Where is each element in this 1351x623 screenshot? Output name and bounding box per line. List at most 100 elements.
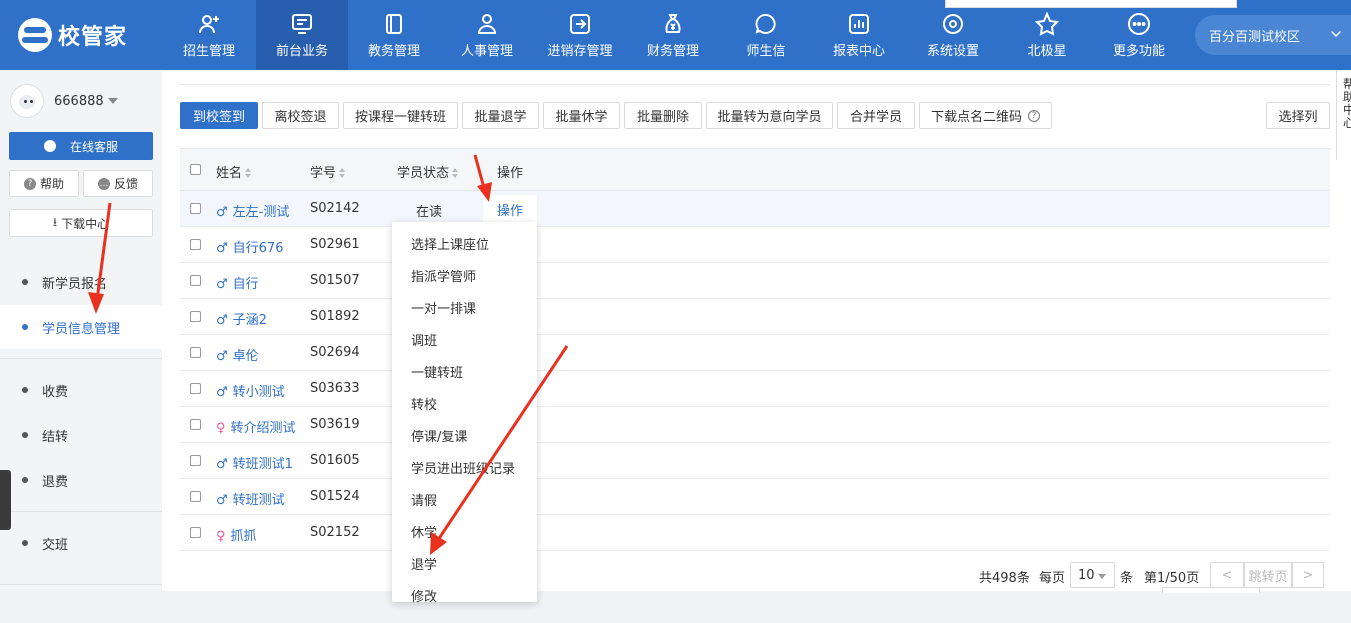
row-checkbox[interactable] bbox=[190, 455, 201, 466]
campus-selector[interactable]: 百分百测试校区 bbox=[1195, 15, 1351, 55]
footer-control-edge bbox=[1162, 587, 1260, 593]
student-name-link[interactable]: ♂ 转班测试 bbox=[216, 489, 285, 508]
nav-messages[interactable]: 师生信 bbox=[720, 0, 812, 70]
menu-item[interactable]: 请假 bbox=[411, 490, 437, 509]
row-checkbox[interactable] bbox=[190, 491, 201, 502]
download-center-button[interactable]: ⭳ 下载中心 bbox=[9, 209, 153, 237]
course-transfer-button[interactable]: 按课程一键转班 bbox=[343, 102, 458, 129]
nav-inventory[interactable]: 进销存管理 bbox=[534, 0, 626, 70]
jump-page-input[interactable]: 跳转页 bbox=[1244, 562, 1292, 588]
row-checkbox[interactable] bbox=[190, 203, 201, 214]
campus-name: 百分百测试校区 bbox=[1209, 29, 1301, 45]
student-name-link[interactable]: ♂ 转小测试 bbox=[216, 381, 285, 400]
select-all-checkbox[interactable] bbox=[190, 164, 201, 175]
user-profile[interactable]: 666888 bbox=[10, 84, 118, 118]
pagination-unit: 条 bbox=[1120, 571, 1134, 586]
row-checkbox[interactable] bbox=[190, 383, 201, 394]
column-status[interactable]: 学员状态 bbox=[397, 162, 459, 181]
table-row: ♂ 转小测试 S03633 bbox=[180, 371, 1330, 407]
student-name-link[interactable]: ♂ 自行 bbox=[216, 273, 259, 292]
sidebar-item-handover[interactable]: 交班 bbox=[0, 521, 162, 565]
help-button[interactable]: ? 帮助 bbox=[9, 170, 79, 197]
table-row: ♂ 左左-测试 S02142 在读 操作 bbox=[180, 191, 1330, 227]
table-row: ♂ 转班测试 S01524 bbox=[180, 479, 1330, 515]
row-checkbox[interactable] bbox=[190, 239, 201, 250]
column-name[interactable]: 姓名 bbox=[216, 162, 252, 181]
select-columns-button[interactable]: 选择列 bbox=[1266, 102, 1330, 129]
divider bbox=[180, 84, 1330, 85]
book-icon bbox=[382, 12, 406, 36]
row-checkbox[interactable] bbox=[190, 347, 201, 358]
top-navigation-bar: 校管家 招生管理 前台业务 教务管理 人事管理 进销存管理 财务管理 师生信 报… bbox=[0, 0, 1351, 70]
sidebar-item-payment[interactable]: 缴费 bbox=[0, 579, 162, 604]
row-checkbox[interactable] bbox=[190, 311, 201, 322]
menu-item[interactable]: 选择上课座位 bbox=[411, 234, 489, 253]
sidebar-item-student-info[interactable]: 学员信息管理 bbox=[0, 305, 162, 349]
menu-item[interactable]: 指派学管师 bbox=[411, 266, 476, 285]
menu-item[interactable]: 休学 bbox=[411, 522, 437, 541]
male-icon: ♂ bbox=[216, 385, 228, 400]
student-name-link[interactable]: ♀ 转介绍测试 bbox=[216, 417, 296, 436]
student-no: S01507 bbox=[310, 273, 360, 288]
menu-item[interactable]: 学员进出班级记录 bbox=[411, 458, 515, 477]
student-name-link[interactable]: ♂ 子涵2 bbox=[216, 309, 267, 328]
nav-academic[interactable]: 教务管理 bbox=[348, 0, 440, 70]
menu-item[interactable]: 转校 bbox=[411, 394, 437, 413]
page-size-select[interactable]: 10 bbox=[1070, 562, 1115, 588]
bullet-icon bbox=[22, 540, 28, 546]
bullet-icon bbox=[22, 598, 28, 604]
student-name-link[interactable]: ♂ 左左-测试 bbox=[216, 201, 289, 220]
prev-page-button[interactable]: < bbox=[1210, 562, 1244, 588]
batch-suspend-button[interactable]: 批量休学 bbox=[543, 102, 620, 129]
student-name-link[interactable]: ♂ 转班测试1 bbox=[216, 453, 293, 472]
logo-mark-icon bbox=[18, 18, 52, 52]
nav-finance[interactable]: 财务管理 bbox=[626, 0, 720, 70]
table-row: ♂ 子涵2 S01892 bbox=[180, 299, 1330, 335]
money-bag-icon bbox=[661, 12, 685, 36]
download-qrcode-button[interactable]: 下载点名二维码? bbox=[919, 102, 1052, 129]
nav-polaris[interactable]: 北极星 bbox=[1000, 0, 1094, 70]
student-name-link[interactable]: ♀ 抓抓 bbox=[216, 525, 257, 544]
next-page-button[interactable]: > bbox=[1292, 562, 1324, 588]
row-checkbox[interactable] bbox=[190, 527, 201, 538]
menu-item[interactable]: 停课/复课 bbox=[411, 426, 467, 445]
menu-item[interactable]: 修改 bbox=[411, 586, 437, 605]
nav-front-desk[interactable]: 前台业务 bbox=[256, 0, 348, 70]
nav-recruitment[interactable]: 招生管理 bbox=[162, 0, 256, 70]
feedback-button[interactable]: … 反馈 bbox=[83, 170, 153, 197]
column-student-no[interactable]: 学号 bbox=[310, 162, 346, 181]
side-drag-handle[interactable] bbox=[0, 470, 11, 530]
menu-item[interactable]: 一对一排课 bbox=[411, 298, 476, 317]
student-name-link[interactable]: ♂ 自行676 bbox=[216, 237, 283, 256]
headset-icon bbox=[43, 140, 56, 152]
help-center-widget[interactable]: 帮助中心 bbox=[1336, 70, 1351, 160]
avatar bbox=[10, 84, 44, 118]
student-name-link[interactable]: ♂ 卓伦 bbox=[216, 345, 259, 364]
check-in-button[interactable]: 到校签到 bbox=[180, 102, 258, 129]
row-checkbox[interactable] bbox=[190, 419, 201, 430]
sidebar-item-refund[interactable]: 退费 bbox=[0, 458, 162, 502]
nav-reports[interactable]: 报表中心 bbox=[812, 0, 906, 70]
nav-more[interactable]: 更多功能 bbox=[1094, 0, 1184, 70]
merge-students-button[interactable]: 合并学员 bbox=[837, 102, 915, 129]
chevron-down-icon bbox=[1331, 27, 1341, 37]
menu-item[interactable]: 退学 bbox=[411, 554, 437, 573]
pagination-total: 共498条 bbox=[979, 571, 1030, 586]
question-icon: ? bbox=[23, 177, 36, 190]
student-no: S02142 bbox=[310, 201, 360, 216]
menu-item[interactable]: 调班 bbox=[411, 330, 437, 349]
sidebar-item-charge[interactable]: 收费 bbox=[0, 368, 162, 412]
nav-settings[interactable]: 系统设置 bbox=[906, 0, 1000, 70]
male-icon: ♂ bbox=[216, 493, 228, 508]
batch-drop-button[interactable]: 批量退学 bbox=[462, 102, 539, 129]
nav-hr[interactable]: 人事管理 bbox=[440, 0, 534, 70]
batch-delete-button[interactable]: 批量删除 bbox=[624, 102, 702, 129]
row-checkbox[interactable] bbox=[190, 275, 201, 286]
online-service-button[interactable]: 在线客服 bbox=[9, 132, 153, 160]
sidebar-item-new-enrollment[interactable]: 新学员报名 bbox=[0, 260, 162, 304]
sidebar-item-carryover[interactable]: 结转 bbox=[0, 413, 162, 457]
check-out-button[interactable]: 离校签退 bbox=[262, 102, 339, 129]
batch-to-prospect-button[interactable]: 批量转为意向学员 bbox=[706, 102, 833, 129]
action-link[interactable]: 操作 bbox=[483, 195, 537, 223]
menu-item[interactable]: 一键转班 bbox=[411, 362, 463, 381]
